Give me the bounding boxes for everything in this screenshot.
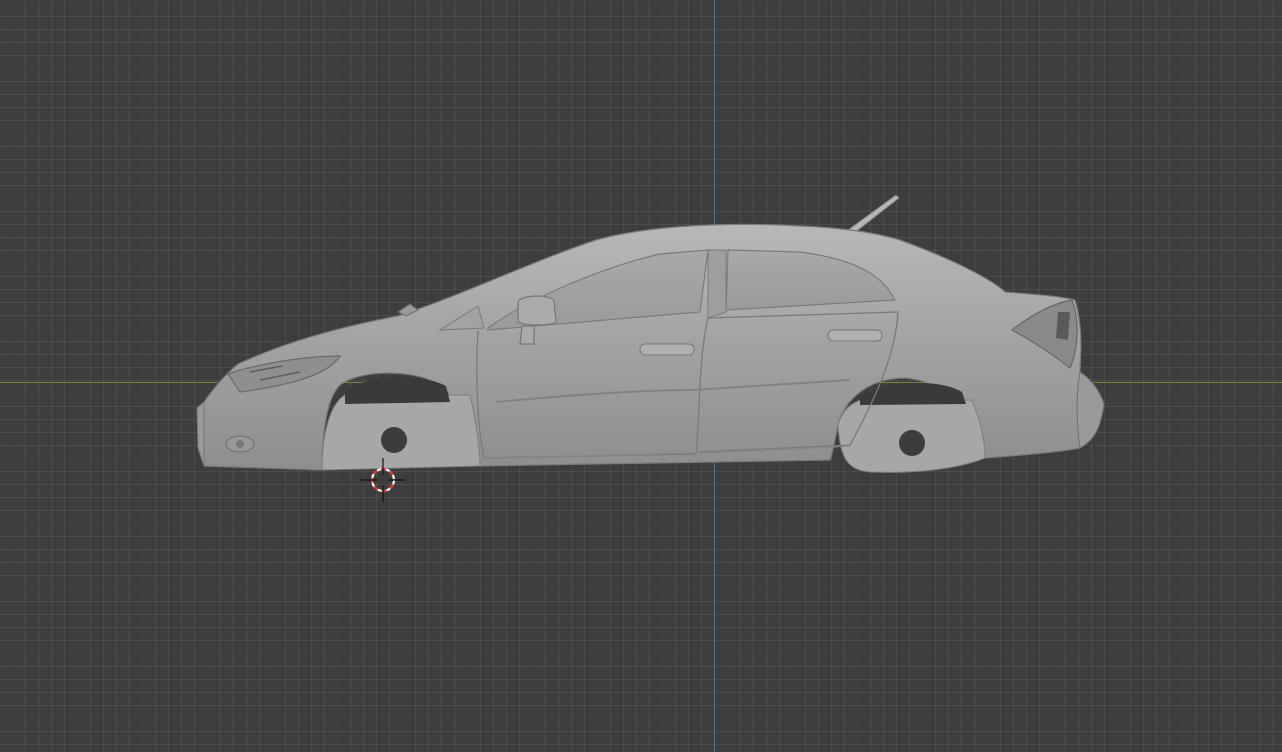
rear-bumper	[1076, 371, 1105, 449]
car-model[interactable]	[0, 0, 1282, 752]
b-pillar	[707, 249, 727, 319]
rear-hub-hole	[899, 430, 925, 456]
front-bumper	[196, 400, 205, 467]
3d-viewport[interactable]	[0, 0, 1282, 752]
antenna	[847, 194, 900, 235]
rear-door-handle	[827, 329, 883, 342]
front-door-handle	[639, 343, 695, 356]
fog-light-bulb	[236, 440, 244, 448]
taillight-detail	[1056, 312, 1070, 340]
front-hub-hole	[381, 427, 407, 453]
